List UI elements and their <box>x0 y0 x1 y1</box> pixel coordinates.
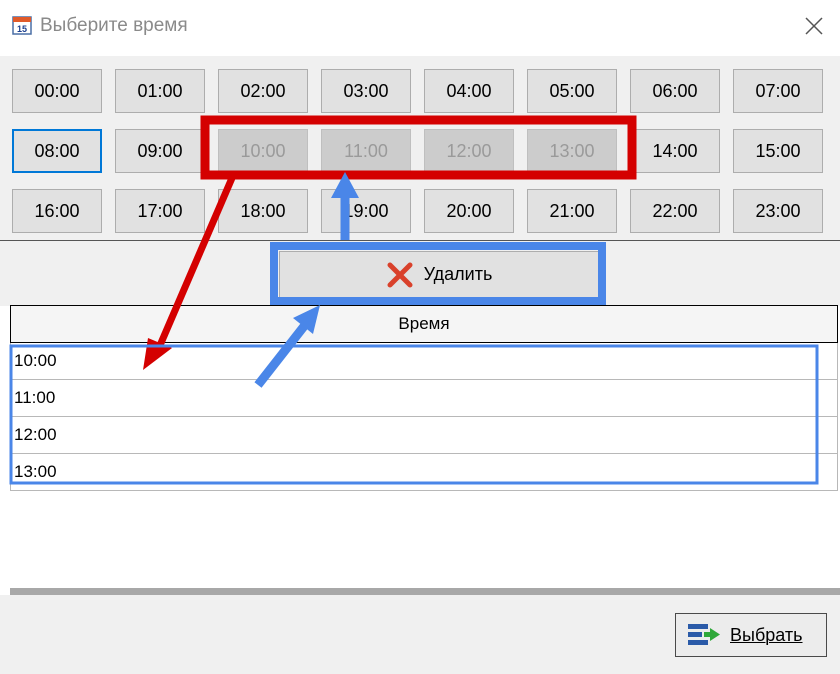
svg-text:15: 15 <box>17 24 27 34</box>
time-grid: Время 10:00 11:00 12:00 13:00 <box>10 305 840 491</box>
time-button[interactable]: 01:00 <box>115 69 205 113</box>
select-button-label: Выбрать <box>730 624 803 645</box>
time-button[interactable]: 07:00 <box>733 69 823 113</box>
add-to-list-icon <box>688 624 720 645</box>
time-button[interactable]: 16:00 <box>12 189 102 233</box>
time-button[interactable]: 04:00 <box>424 69 514 113</box>
time-button[interactable]: 15:00 <box>733 129 823 173</box>
delete-button-label: Удалить <box>423 264 493 284</box>
calendar-icon: 15 <box>12 16 32 35</box>
table-row[interactable]: 13:00 <box>10 454 838 491</box>
window-title: Выберите время <box>40 15 188 36</box>
time-button[interactable]: 14:00 <box>630 129 720 173</box>
table-row[interactable]: 10:00 <box>10 343 838 380</box>
close-icon[interactable] <box>798 10 830 42</box>
time-button[interactable]: 20:00 <box>424 189 514 233</box>
time-button[interactable]: 00:00 <box>12 69 102 113</box>
time-button: 10:00 <box>218 129 308 173</box>
time-button[interactable]: 03:00 <box>321 69 411 113</box>
time-button[interactable]: 17:00 <box>115 189 205 233</box>
time-button[interactable]: 08:00 <box>12 129 102 173</box>
time-button[interactable]: 21:00 <box>527 189 617 233</box>
time-button[interactable]: 18:00 <box>218 189 308 233</box>
divider <box>10 588 840 595</box>
time-button[interactable]: 02:00 <box>218 69 308 113</box>
table-row[interactable]: 12:00 <box>10 417 838 454</box>
delete-button[interactable]: Удалить <box>279 251 599 298</box>
table-row[interactable]: 11:00 <box>10 380 838 417</box>
time-button[interactable]: 22:00 <box>630 189 720 233</box>
time-button[interactable]: 09:00 <box>115 129 205 173</box>
time-button[interactable]: 05:00 <box>527 69 617 113</box>
title-bar: 15 Выберите время <box>0 0 840 56</box>
column-header-time[interactable]: Время <box>10 305 838 343</box>
select-button[interactable]: Выбрать <box>675 613 827 657</box>
time-button: 12:00 <box>424 129 514 173</box>
time-button: 13:00 <box>527 129 617 173</box>
red-x-icon <box>387 262 413 287</box>
time-button[interactable]: 23:00 <box>733 189 823 233</box>
time-button[interactable]: 06:00 <box>630 69 720 113</box>
time-button: 11:00 <box>321 129 411 173</box>
time-button[interactable]: 19:00 <box>321 189 411 233</box>
